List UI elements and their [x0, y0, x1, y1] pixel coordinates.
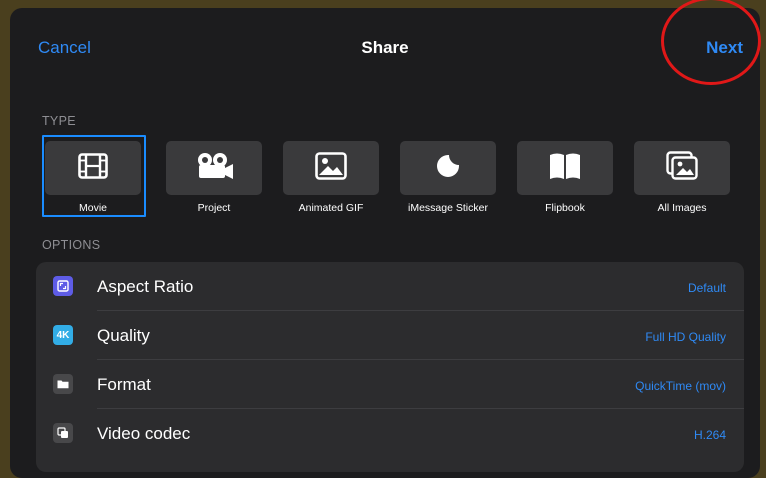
type-label: Movie — [78, 202, 107, 214]
options-section-heading: OPTIONS — [42, 238, 101, 252]
next-button[interactable]: Next — [706, 38, 743, 58]
type-tile — [166, 141, 262, 195]
type-selector: Movie Project Animated GIF iMessage Stic… — [42, 135, 745, 218]
type-label: All Images — [657, 202, 707, 214]
type-animated-gif[interactable]: Animated GIF — [283, 138, 383, 218]
photos-stack-icon — [666, 150, 698, 186]
type-label: Flipbook — [545, 202, 585, 214]
type-flipbook[interactable]: Flipbook — [517, 138, 617, 218]
type-all-images[interactable]: All Images — [634, 138, 734, 218]
type-project[interactable]: Project — [166, 138, 266, 218]
option-label: Quality — [97, 326, 150, 345]
film-icon — [78, 152, 108, 184]
type-label: Animated GIF — [298, 202, 364, 214]
type-tile — [517, 141, 613, 195]
option-label: Format — [97, 375, 151, 394]
option-aspect-ratio[interactable]: Aspect Ratio Default — [36, 262, 744, 311]
options-list: Aspect Ratio Default 4K Quality Full HD … — [36, 262, 744, 472]
codec-icon — [53, 423, 73, 443]
type-label: iMessage Sticker — [408, 202, 488, 214]
type-tile — [400, 141, 496, 195]
option-value: Default — [687, 281, 726, 295]
option-quality[interactable]: 4K Quality Full HD Quality — [36, 311, 744, 360]
type-tile — [45, 141, 141, 195]
option-video-codec[interactable]: Video codec H.264 — [36, 409, 744, 458]
option-format[interactable]: Format QuickTime (mov) — [36, 360, 744, 409]
type-label: Project — [197, 202, 231, 214]
page-title: Share — [361, 38, 409, 57]
sticker-icon — [436, 154, 460, 183]
aspect-ratio-icon — [53, 276, 73, 296]
image-icon — [315, 151, 347, 185]
folder-icon — [53, 374, 73, 394]
type-tile — [283, 141, 379, 195]
camera-reel-icon — [194, 152, 234, 185]
option-value: Full HD Quality — [645, 330, 726, 344]
share-sheet: Cancel Share Next TYPE Movie Project Ani… — [10, 8, 760, 478]
option-label: Aspect Ratio — [97, 277, 194, 296]
share-header: Cancel Share Next — [10, 8, 760, 88]
type-movie[interactable]: Movie — [42, 135, 146, 218]
book-icon — [548, 152, 582, 185]
quality-4k-icon: 4K — [53, 325, 73, 345]
option-value: QuickTime (mov) — [635, 379, 726, 393]
type-imessage-sticker[interactable]: iMessage Sticker — [400, 138, 500, 218]
option-label: Video codec — [97, 424, 191, 443]
type-section-heading: TYPE — [42, 114, 76, 128]
type-tile — [634, 141, 730, 195]
option-value: H.264 — [693, 428, 726, 442]
